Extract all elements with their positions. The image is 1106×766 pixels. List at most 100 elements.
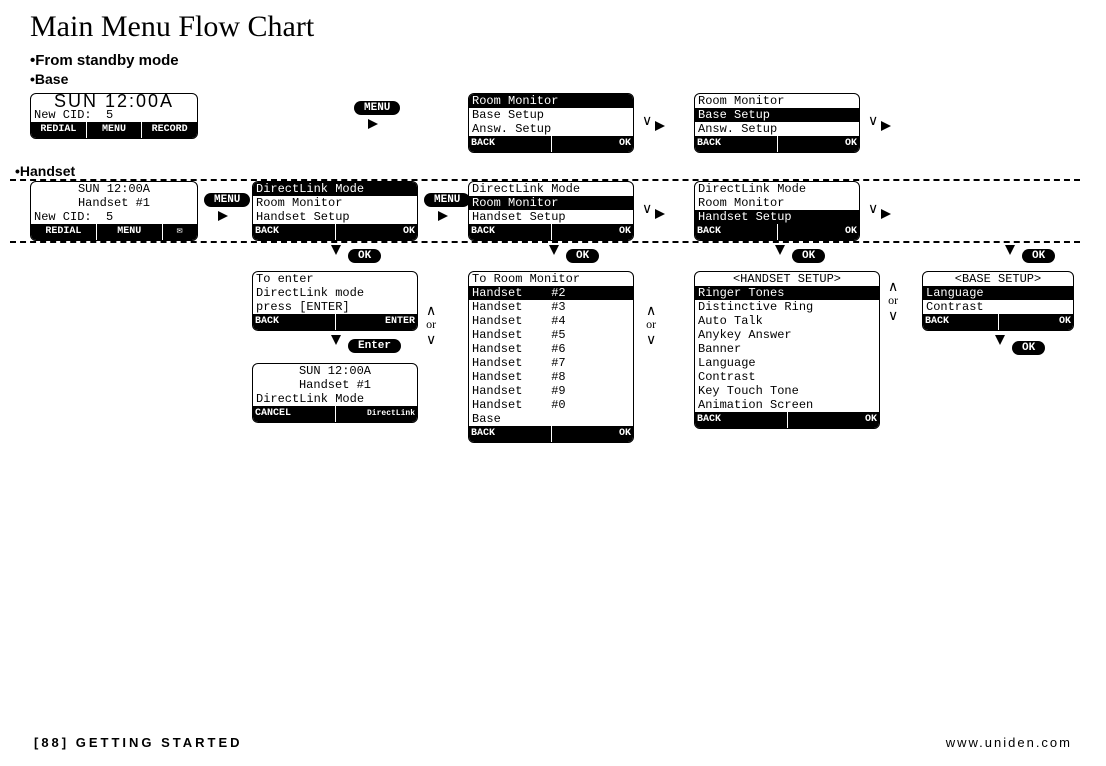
chevron-down-icon: ∨ <box>426 332 436 346</box>
pill-menu: MENU <box>354 101 400 115</box>
text-line: To enter <box>253 272 417 286</box>
list-item: Distinctive Ring <box>695 300 879 314</box>
pill-ok: OK <box>566 249 599 263</box>
menu-item: Room Monitor <box>695 196 859 210</box>
chevron-down-icon: ∨ <box>868 113 878 127</box>
chevron-down-icon: ∨ <box>646 332 656 346</box>
arrow-down-icon <box>549 245 559 255</box>
softkeys: BACK OK <box>253 224 417 240</box>
softkey-ok[interactable]: OK <box>778 136 860 152</box>
softkey-back[interactable]: BACK <box>469 426 552 442</box>
bullet-base: •Base <box>30 71 1086 87</box>
softkey-back[interactable]: BACK <box>695 412 788 428</box>
softkey-back[interactable]: BACK <box>469 136 552 152</box>
softkey-back[interactable]: BACK <box>253 224 336 240</box>
list-item: Banner <box>695 342 879 356</box>
softkey-cancel[interactable]: CANCEL <box>253 406 336 422</box>
softkeys: BACK OK <box>469 426 633 442</box>
softkeys: BACK OK <box>695 224 859 240</box>
chevron-down-icon: ∨ <box>888 308 898 322</box>
softkey-back[interactable]: BACK <box>695 224 778 240</box>
list-item: Anykey Answer <box>695 328 879 342</box>
or-text: or <box>426 317 436 332</box>
softkey-ok[interactable]: OK <box>552 136 634 152</box>
softkey-mail-icon[interactable]: ✉ <box>163 224 197 240</box>
lcd-dl-mode: SUN 12:00A Handset #1 DirectLink Mode CA… <box>252 363 418 423</box>
chevron-down-icon: ∨ <box>642 201 652 215</box>
menu-item: Base Setup <box>469 108 633 122</box>
list-item: Handset #6 <box>469 342 633 356</box>
or-text: or <box>646 317 656 332</box>
arrow-right-icon <box>218 209 228 221</box>
softkey-ok[interactable]: OK <box>778 224 860 240</box>
menu-item: Handset Setup <box>695 210 859 224</box>
list-item: Handset #4 <box>469 314 633 328</box>
chevron-down-icon: ∨ <box>642 113 652 127</box>
clock-text: SUN 12:00A <box>253 364 417 378</box>
arrow-right-icon <box>438 209 448 221</box>
softkey-ok[interactable]: OK <box>788 412 880 428</box>
menu-item: Room Monitor <box>469 196 633 210</box>
softkeys: BACK OK <box>695 136 859 152</box>
list-item: Language <box>695 356 879 370</box>
softkeys: REDIAL MENU ✉ <box>31 224 197 240</box>
list-item: Language <box>923 286 1073 300</box>
pill-ok: OK <box>348 249 381 263</box>
softkey-ok[interactable]: OK <box>336 224 418 240</box>
softkey-ok[interactable]: OK <box>552 426 634 442</box>
text-line: DirectLink mode <box>253 286 417 300</box>
menu-item: Room Monitor <box>469 94 633 108</box>
lcd-dl-enter: To enter DirectLink mode press [ENTER] B… <box>252 271 418 331</box>
softkeys: CANCEL DirectLink <box>253 406 417 422</box>
menu-item: Answ. Setup <box>695 122 859 136</box>
softkey-back[interactable]: BACK <box>253 314 336 330</box>
up-down-or: ∧ or ∨ <box>646 303 656 346</box>
bullet-handset: •Handset <box>15 163 75 179</box>
softkey-back[interactable]: BACK <box>695 136 778 152</box>
lcd-room-monitor: To Room Monitor Handset #2 Handset #3 Ha… <box>468 271 634 443</box>
list-item: Handset #9 <box>469 384 633 398</box>
list-title: <HANDSET SETUP> <box>695 272 879 286</box>
softkeys: REDIAL MENU RECORD <box>31 122 197 138</box>
menu-item: DirectLink Mode <box>695 182 859 196</box>
clock-text: SUN 12:00A <box>31 94 197 108</box>
arrow-right-icon <box>655 207 665 219</box>
softkey-record[interactable]: RECORD <box>142 122 197 138</box>
softkey-back[interactable]: BACK <box>923 314 999 330</box>
list-item: Contrast <box>923 300 1073 314</box>
softkey-ok[interactable]: OK <box>999 314 1074 330</box>
pill-ok: OK <box>1022 249 1055 263</box>
footer-url: www.uniden.com <box>946 735 1072 750</box>
softkey-menu[interactable]: MENU <box>87 122 143 138</box>
pill-enter: Enter <box>348 339 401 353</box>
cid-text: New CID: 5 <box>31 210 197 224</box>
softkey-enter[interactable]: ENTER <box>336 314 418 330</box>
list-item: Handset #0 <box>469 398 633 412</box>
lcd-handset-setup: <HANDSET SETUP> Ringer Tones Distinctive… <box>694 271 880 429</box>
menu-item: Base Setup <box>695 108 859 122</box>
menu-item: DirectLink Mode <box>469 182 633 196</box>
menu-item: Handset Setup <box>253 210 417 224</box>
list-item: Handset #7 <box>469 356 633 370</box>
lcd-base-menu1: Room Monitor Base Setup Answ. Setup BACK… <box>468 93 634 153</box>
page-title: Main Menu Flow Chart <box>30 10 1086 44</box>
softkeys: BACK OK <box>923 314 1073 330</box>
softkey-redial[interactable]: REDIAL <box>31 122 87 138</box>
softkey-back[interactable]: BACK <box>469 224 552 240</box>
softkey-redial[interactable]: REDIAL <box>31 224 97 240</box>
page-footer: [88] GETTING STARTED www.uniden.com <box>34 735 1072 750</box>
arrow-down-icon <box>331 335 341 345</box>
pill-ok: OK <box>792 249 825 263</box>
softkey-menu[interactable]: MENU <box>97 224 163 240</box>
softkey-directlink[interactable]: DirectLink <box>336 406 418 422</box>
softkey-ok[interactable]: OK <box>552 224 634 240</box>
chevron-up-icon: ∧ <box>888 279 898 293</box>
list-item: Auto Talk <box>695 314 879 328</box>
text-line: press [ENTER] <box>253 300 417 314</box>
pill-ok: OK <box>1012 341 1045 355</box>
list-item: Handset #3 <box>469 300 633 314</box>
list-item: Animation Screen <box>695 398 879 412</box>
arrow-right-icon <box>881 119 891 131</box>
lcd-hs-menu1: DirectLink Mode Room Monitor Handset Set… <box>252 181 418 241</box>
lcd-base-standby: SUN 12:00A New CID: 5 REDIAL MENU RECORD <box>30 93 198 139</box>
